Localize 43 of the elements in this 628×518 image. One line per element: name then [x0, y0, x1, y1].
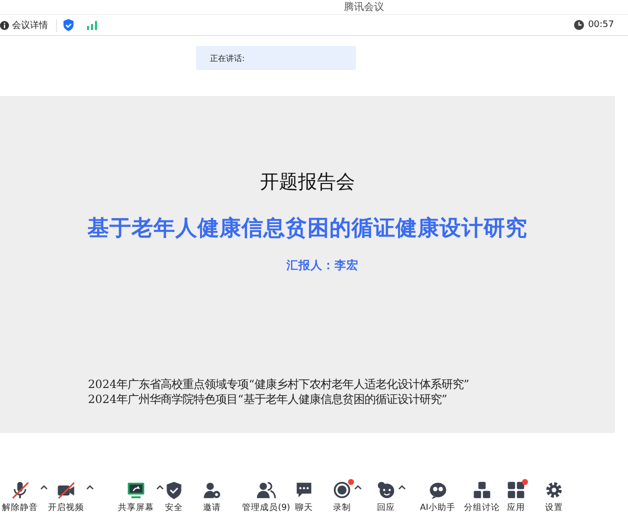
toolbar-button[interactable]: 分组讨论 [464, 480, 500, 514]
person-icon [202, 480, 222, 500]
toolbar-button[interactable]: 解除静音 [2, 480, 38, 514]
chat-icon [294, 480, 314, 500]
toolbar-button[interactable]: 管理成员(9) [242, 480, 290, 514]
toolbar-button[interactable]: 安全 [164, 480, 184, 514]
slide-title: 基于老年人健康信息贫困的循证健康设计研究 [88, 215, 528, 242]
microphone-icon [10, 480, 30, 500]
info-icon [0, 20, 9, 30]
presenter-name: 汇报人：李宏 [286, 258, 358, 273]
blocks-icon [472, 480, 492, 500]
toolbar-button[interactable]: 回应 [376, 480, 396, 514]
toolbar-button[interactable]: 邀请 [202, 480, 222, 514]
meeting-details-link[interactable]: 会议详情 [12, 18, 48, 32]
toolbar-button[interactable]: 应用 [506, 480, 526, 514]
settings-icon [544, 480, 564, 500]
screen-icon [126, 480, 146, 500]
caret-icon[interactable] [354, 484, 362, 490]
caret-icon[interactable] [40, 484, 48, 490]
toolbar-button[interactable]: 共享屏幕 [118, 480, 154, 514]
window-title: 腾讯会议 [344, 0, 384, 14]
toolbar-button[interactable]: 录制 [332, 480, 352, 514]
grid-icon [506, 480, 526, 500]
speaking-indicator: 正在讲话: [196, 46, 356, 70]
shield-icon [164, 480, 184, 500]
caret-icon[interactable] [398, 484, 406, 490]
people-icon [256, 480, 276, 500]
clock-icon [574, 20, 584, 30]
toolbar-button[interactable]: 开启视频 [48, 480, 84, 514]
robot-icon [428, 480, 448, 500]
camera-icon [56, 480, 76, 500]
slide-heading: 开题报告会 [260, 170, 355, 195]
caret-icon[interactable] [156, 484, 164, 490]
caret-icon[interactable] [86, 484, 94, 490]
toolbar-button[interactable]: 设置 [544, 480, 564, 514]
toolbar-button[interactable]: AI小助手 [420, 480, 456, 514]
shield-icon[interactable] [63, 19, 74, 31]
project-note: 2024年广州华商学院特色项目“基于老年人健康信息贫困的循证设计研究” [88, 392, 448, 407]
record-icon [332, 480, 352, 500]
meeting-timer: 00:57 [588, 20, 614, 30]
smiley-icon [376, 480, 396, 500]
project-note: 2024年广东省高校重点领域专项“健康乡村下农村老年人适老化设计体系研究” [88, 377, 470, 392]
toolbar-button[interactable]: 聊天 [294, 480, 314, 514]
